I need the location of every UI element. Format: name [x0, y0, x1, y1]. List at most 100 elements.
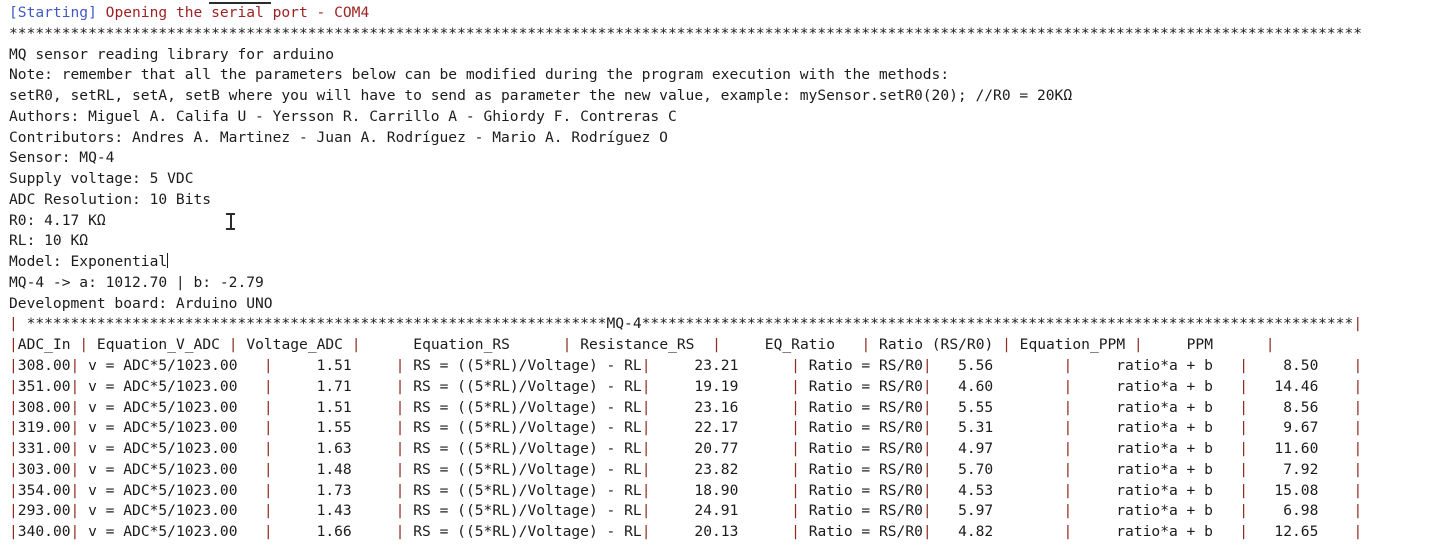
serial-monitor-terminal[interactable]: [Starting] Opening the serial port - COM…	[0, 0, 1452, 551]
cell-ratio: 5.31	[931, 419, 994, 437]
cell-equation-rs: RS = ((5*RL)/Voltage) - RL	[413, 523, 642, 541]
column-header-eq-ratio: EQ_Ratio	[764, 336, 836, 354]
table-header-row: |ADC_In | Equation_V_ADC | Voltage_ADC |…	[9, 335, 1452, 356]
pipe: |	[263, 419, 273, 437]
pipe: |	[861, 336, 871, 354]
pipe: |	[263, 398, 273, 416]
cell-eq-ratio: Ratio = RS/R0	[808, 357, 923, 375]
cell-eq-ratio: Ratio = RS/R0	[808, 377, 923, 395]
pipe: |	[922, 419, 932, 437]
pipe: |	[1239, 502, 1249, 520]
cell-equation-v-adc: v = ADC*5/1023.00	[88, 419, 238, 437]
rl-line: RL: 10 KΩ	[9, 232, 89, 250]
pipe: |	[70, 502, 80, 520]
cell-ppm: 8.50	[1248, 357, 1319, 375]
cell-voltage-adc: 1.73	[272, 481, 352, 499]
cell-equation-rs: RS = ((5*RL)/Voltage) - RL	[413, 502, 642, 520]
pipe: |	[70, 523, 80, 541]
column-header-voltage-adc: Voltage_ADC	[246, 336, 343, 354]
cell-adc-in: 308.00	[17, 357, 71, 375]
cell-ppm: 14.46	[1248, 377, 1319, 395]
pipe: |	[70, 398, 80, 416]
table-banner-title: MQ-4	[606, 315, 642, 333]
coefficients-line: MQ-4 -> a: 1012.70 | b: -2.79	[9, 273, 264, 291]
pipe: |	[922, 460, 932, 478]
pipe: |	[641, 502, 651, 520]
pipe: |	[70, 357, 80, 375]
pipe: |	[1239, 419, 1249, 437]
cell-eq-ratio: Ratio = RS/R0	[808, 460, 923, 478]
cell-eq-ratio: Ratio = RS/R0	[808, 398, 923, 416]
pipe: |	[1063, 419, 1073, 437]
cell-eq-ratio: Ratio = RS/R0	[808, 440, 923, 458]
pipe: |	[9, 377, 18, 395]
separator-line-top: ****************************************…	[9, 24, 1363, 42]
cell-adc-in: 354.00	[17, 481, 71, 499]
pipe: |	[1239, 440, 1249, 458]
pipe: |	[9, 336, 18, 354]
authors-line: Authors: Miguel A. Califa U - Yersson R.…	[9, 107, 677, 125]
cell-resistance-rs: 20.77	[650, 440, 739, 458]
pipe: |	[70, 440, 80, 458]
pipe: |	[1133, 336, 1143, 354]
pipe: |	[1239, 460, 1249, 478]
column-header-equation-rs: Equation_RS	[413, 336, 510, 354]
pipe: |	[1353, 440, 1363, 458]
status-tag: [Starting]	[9, 4, 97, 21]
pipe: |	[922, 398, 932, 416]
pipe: |	[9, 398, 18, 416]
model-line: Model: Exponential	[9, 252, 1452, 273]
pipe: |	[1353, 357, 1363, 375]
cell-adc-in: 319.00	[17, 419, 71, 437]
pipe: |	[1353, 419, 1363, 437]
table-body: |308.00| v = ADC*5/1023.00 | 1.51 | RS =…	[9, 356, 1452, 543]
column-header-equation-ppm: Equation_PPM	[1019, 336, 1126, 354]
cell-equation-ppm: ratio*a + b	[1116, 357, 1213, 375]
pipe: |	[641, 419, 651, 437]
cell-ratio: 5.55	[931, 398, 994, 416]
pipe: |	[641, 523, 651, 541]
pipe: |	[70, 377, 80, 395]
pipe: |	[1063, 357, 1073, 375]
pipe: |	[1239, 481, 1249, 499]
column-header-ppm: PPM	[1186, 336, 1213, 354]
cell-voltage-adc: 1.48	[272, 460, 352, 478]
pipe: |	[641, 460, 651, 478]
